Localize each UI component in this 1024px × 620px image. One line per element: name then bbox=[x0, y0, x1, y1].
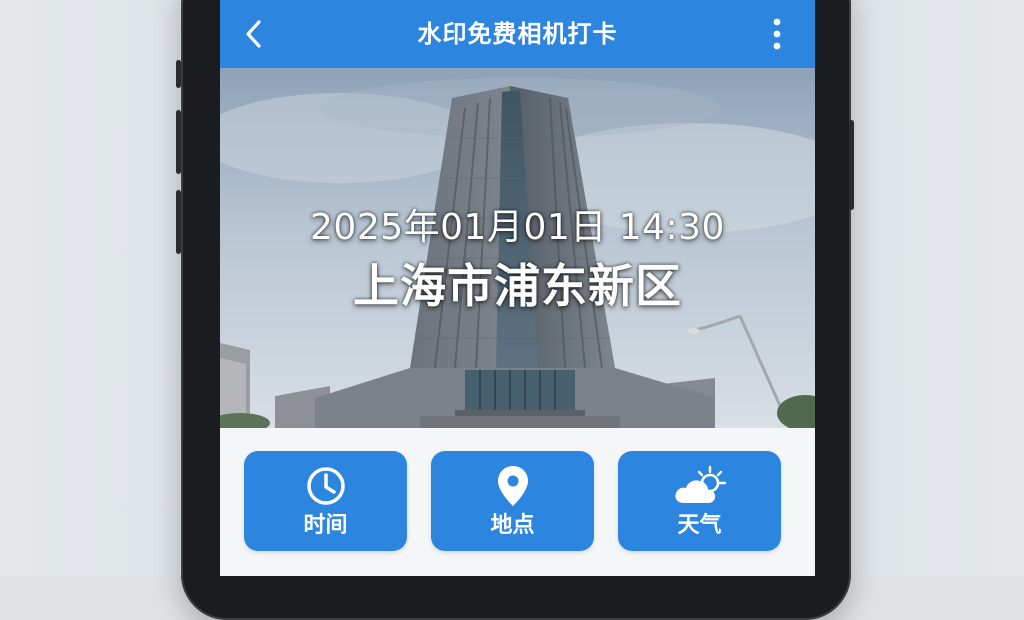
background-right-blur bbox=[844, 0, 1024, 576]
location-button-label: 地点 bbox=[431, 511, 594, 541]
clock-icon bbox=[304, 464, 348, 508]
time-button[interactable]: 时间 bbox=[244, 451, 407, 551]
more-vertical-icon bbox=[772, 16, 782, 52]
watermark-location: 上海市浦东新区 bbox=[220, 250, 815, 316]
page-title: 水印免费相机打卡 bbox=[220, 16, 815, 52]
time-button-label: 时间 bbox=[244, 511, 407, 541]
phone-volume-up bbox=[176, 110, 181, 174]
watermark-datetime: 2025年01月01日 14:30 bbox=[220, 198, 815, 250]
location-button[interactable]: 地点 bbox=[431, 451, 594, 551]
phone-volume-down bbox=[176, 190, 181, 254]
action-bar: 时间 地点 bbox=[220, 428, 815, 576]
app-screen: 水印免费相机打卡 bbox=[220, 0, 815, 576]
location-pin-icon bbox=[493, 463, 533, 509]
phone-side-button bbox=[176, 60, 181, 88]
camera-photo[interactable]: 2025年01月01日 14:30 上海市浦东新区 bbox=[220, 68, 815, 428]
more-button[interactable] bbox=[765, 14, 789, 54]
weather-button[interactable]: 天气 bbox=[618, 451, 781, 551]
app-bar: 水印免费相机打卡 bbox=[220, 0, 815, 68]
weather-button-label: 天气 bbox=[618, 511, 781, 541]
weather-partly-cloudy-icon bbox=[670, 463, 730, 509]
background-left-blur bbox=[0, 0, 180, 576]
phone-power-button bbox=[849, 120, 854, 210]
